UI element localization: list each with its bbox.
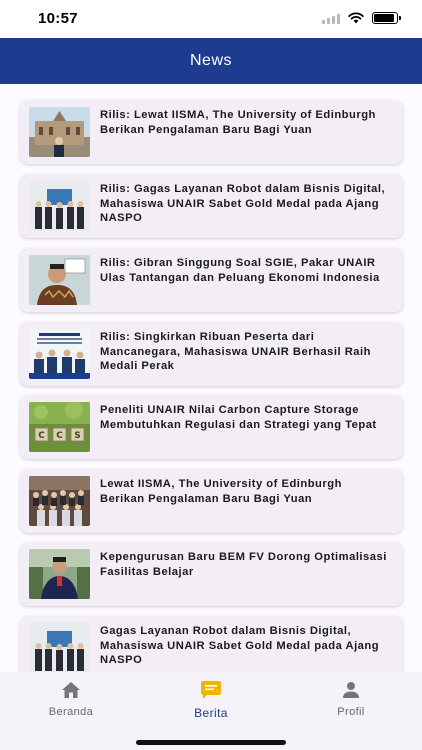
status-icons <box>322 12 401 24</box>
app-header: News <box>0 38 422 84</box>
news-thumbnail <box>29 181 90 231</box>
news-title: Lewat IISMA, The University of Edinburgh… <box>100 478 342 505</box>
news-thumbnail <box>29 107 90 157</box>
news-card[interactable]: Kepengurusan Baru BEM FV Dorong Optimali… <box>20 542 403 606</box>
bottom-navigation: Beranda Berita Profil <box>0 672 422 750</box>
svg-text:C: C <box>38 431 45 441</box>
cellular-signal-icon <box>322 13 340 24</box>
news-title: Rilis: Gagas Layanan Robot dalam Bisnis … <box>100 183 386 224</box>
news-card[interactable]: C C S Peneliti UNAIR Nilai Carbon Capture … <box>20 395 403 459</box>
news-thumbnail <box>29 623 90 672</box>
news-thumbnail <box>29 549 90 599</box>
svg-text:S: S <box>74 431 80 441</box>
news-card[interactable]: Rilis: Lewat IISMA, The University of Ed… <box>20 100 403 164</box>
news-list[interactable]: Rilis: Lewat IISMA, The University of Ed… <box>0 84 422 672</box>
news-thumbnail <box>29 476 90 526</box>
news-thumbnail: CCS <box>29 402 90 452</box>
nav-item-berita[interactable]: Berita <box>156 680 266 720</box>
news-thumbnail <box>29 329 90 379</box>
battery-icon <box>372 12 401 24</box>
news-title: Rilis: Singkirkan Ribuan Peserta dari Ma… <box>100 331 371 372</box>
nav-label: Beranda <box>48 706 94 718</box>
news-card[interactable]: Gagas Layanan Robot dalam Bisnis Digital… <box>20 616 403 672</box>
nav-label: Profil <box>337 706 365 718</box>
nav-label: Berita <box>194 706 228 720</box>
status-time: 10:57 <box>38 10 78 27</box>
nav-item-profil[interactable]: Profil <box>296 680 406 718</box>
wifi-icon <box>348 12 364 24</box>
news-chat-icon <box>200 680 222 700</box>
news-thumbnail <box>29 255 90 305</box>
nav-item-beranda[interactable]: Beranda <box>16 680 126 718</box>
news-card[interactable]: Rilis: Gagas Layanan Robot dalam Bisnis … <box>20 174 403 238</box>
news-title: Rilis: Gibran Singgung Soal SGIE, Pakar … <box>100 257 380 284</box>
home-indicator <box>136 740 286 745</box>
svg-text:C: C <box>56 431 63 441</box>
battery-level <box>374 14 394 22</box>
status-bar: 10:57 <box>0 0 422 38</box>
news-card[interactable]: Rilis: Singkirkan Ribuan Peserta dari Ma… <box>20 322 403 386</box>
news-title: Gagas Layanan Robot dalam Bisnis Digital… <box>100 625 380 666</box>
person-icon <box>340 680 362 700</box>
news-title: Rilis: Lewat IISMA, The University of Ed… <box>100 109 376 136</box>
page-title: News <box>189 52 232 69</box>
home-icon <box>60 680 82 700</box>
news-title: Peneliti UNAIR Nilai Carbon Capture Stor… <box>100 404 377 431</box>
news-title: Kepengurusan Baru BEM FV Dorong Optimali… <box>100 551 387 578</box>
news-card[interactable]: Rilis: Gibran Singgung Soal SGIE, Pakar … <box>20 248 403 312</box>
news-card[interactable]: Lewat IISMA, The University of Edinburgh… <box>20 469 403 533</box>
